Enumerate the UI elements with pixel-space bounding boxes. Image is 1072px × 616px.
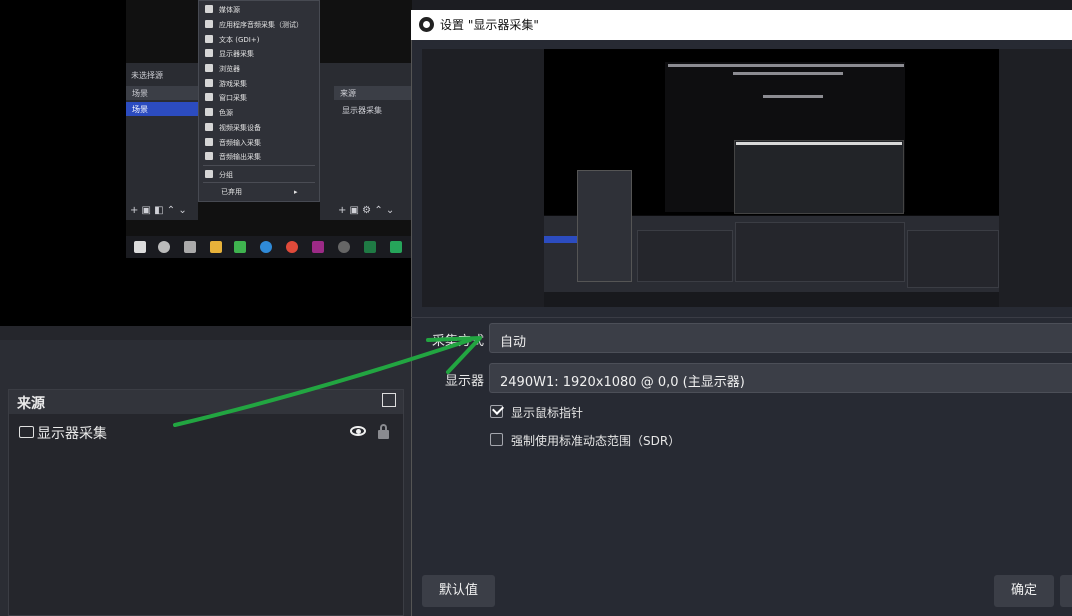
force-sdr-label[interactable]: 强制使用标准动态范围（SDR）	[511, 432, 680, 449]
menu-item-audio-output[interactable]: 音频输出采集	[205, 152, 261, 162]
preview-line	[736, 142, 902, 145]
display-label: 显示器	[445, 374, 485, 389]
excel-icon	[364, 241, 376, 253]
nested-source-item: 显示器采集	[342, 106, 382, 115]
menu-item-video-capture[interactable]: 视频采集设备	[205, 123, 261, 133]
eye-pupil	[356, 429, 361, 434]
dialog-title: 设置 "显示器采集"	[440, 18, 539, 32]
preview-sources-dock	[637, 230, 733, 282]
ok-button[interactable]: 确定	[994, 575, 1054, 607]
speaker-icon	[205, 152, 213, 160]
search-icon	[158, 241, 170, 253]
menu-item-audio-input[interactable]: 音频输入采集	[205, 138, 261, 148]
nested-scene-item: 场景	[132, 105, 148, 114]
preview-separator	[0, 326, 412, 340]
nested-taskbar	[126, 236, 412, 258]
menu-item-color-source[interactable]: 色源	[205, 108, 233, 118]
folder-icon	[205, 170, 213, 178]
defaults-button[interactable]: 默认值	[422, 575, 495, 607]
menu-item-app-audio[interactable]: 应用程序音频采集（测试）	[205, 20, 303, 30]
source-item-display-capture[interactable]: 显示器采集	[37, 423, 107, 443]
text-icon	[205, 35, 213, 43]
sources-dock-title: 来源	[17, 396, 45, 412]
menu-item-window-capture[interactable]: 窗口采集	[205, 93, 247, 103]
nested-sources-col: 来源	[340, 89, 356, 98]
edge-icon	[260, 241, 272, 253]
window-icon	[205, 93, 213, 101]
lock-icon[interactable]	[378, 430, 389, 439]
camera-icon	[205, 123, 213, 131]
nested-source-toolbar: + ▣ ⚙ ⌃ ⌄	[338, 205, 395, 216]
preview-taskbar	[544, 292, 999, 307]
menu-divider	[203, 182, 315, 183]
microphone-icon	[205, 138, 213, 146]
xd-icon	[312, 241, 324, 253]
explorer-icon	[210, 241, 222, 253]
menu-item-game-capture[interactable]: 游戏采集	[205, 79, 247, 89]
undock-icon[interactable]	[382, 393, 396, 407]
preview-line	[763, 95, 823, 98]
menu-item-text[interactable]: 文本 (GDI+)	[205, 35, 259, 45]
nested-scenes-col: 场景	[132, 89, 148, 98]
windows-icon	[134, 241, 146, 253]
nested-scene-toolbar: + ▣ ◧ ⌃ ⌄	[130, 205, 187, 216]
globe-icon	[205, 64, 213, 72]
menu-item-group[interactable]: 分组	[205, 170, 233, 180]
sheets-icon	[390, 241, 402, 253]
obs-icon	[338, 241, 350, 253]
menu-item-display-capture[interactable]: 显示器采集	[205, 49, 254, 59]
monitor-icon	[205, 49, 213, 57]
chrome-icon	[286, 241, 298, 253]
gamepad-icon	[205, 79, 213, 87]
menu-item-browser[interactable]: 浏览器	[205, 64, 240, 74]
preview-scene-selection	[544, 236, 580, 243]
preview-line	[733, 72, 843, 75]
menu-item-deprecated[interactable]: 已弃用 ▸	[221, 187, 298, 197]
capture-method-value: 自动	[500, 335, 527, 350]
sources-dock-header	[9, 390, 403, 414]
preview-dialog-form	[735, 222, 905, 282]
wechat-icon	[234, 241, 246, 253]
preview-controls-dock	[907, 230, 999, 288]
preview-nested-dialog	[734, 140, 904, 214]
cancel-button-partial[interactable]	[1060, 575, 1072, 607]
display-value: 2490W1: 1920x1080 @ 0,0 (主显示器)	[500, 375, 745, 390]
brush-icon	[205, 108, 213, 116]
add-source-context-menu: 媒体源 应用程序音频采集（测试） 文本 (GDI+) 显示器采集 浏览器 游戏采…	[198, 0, 320, 202]
show-cursor-label[interactable]: 显示鼠标指针	[511, 404, 583, 421]
monitor-icon	[19, 426, 34, 438]
display-select[interactable]: 2490W1: 1920x1080 @ 0,0 (主显示器)	[489, 363, 1072, 393]
menu-divider	[203, 165, 315, 166]
capture-method-label: 采集方式	[432, 334, 485, 349]
nested-scenes-header: 未选择源	[131, 71, 163, 80]
chevron-right-icon: ▸	[294, 188, 298, 196]
preview-line	[668, 64, 904, 67]
force-sdr-checkbox[interactable]	[490, 433, 503, 446]
capture-method-select[interactable]: 自动	[489, 323, 1072, 353]
preview-context-menu	[577, 170, 632, 282]
dialog-divider	[411, 317, 1072, 318]
obs-logo-inner	[423, 21, 430, 28]
menu-item-media-source[interactable]: 媒体源	[205, 5, 240, 15]
app-icon	[205, 20, 213, 28]
taskview-icon	[184, 241, 196, 253]
play-icon	[205, 5, 213, 13]
